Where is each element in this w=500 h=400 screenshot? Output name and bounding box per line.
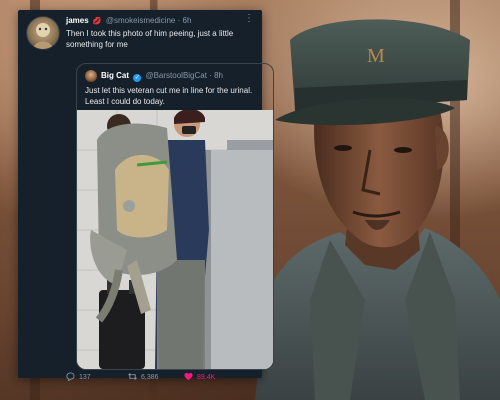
- quoted-header: Big Cat ✓ @BarstoolBigCat · 8h: [101, 70, 223, 82]
- retweet-icon: [128, 373, 137, 380]
- verified-icon: ✓: [133, 74, 142, 82]
- tweet-card[interactable]: james 💋 @smokeismedicine · 6h ⋮ Then I t…: [18, 10, 274, 382]
- svg-text:M: M: [367, 45, 385, 67]
- quoted-text: Just let this veteran cut me in line for…: [85, 86, 253, 106]
- like-button[interactable]: 89.4K: [184, 372, 215, 384]
- separator-dot: ·: [209, 71, 212, 80]
- like-count: 89.4K: [197, 374, 216, 381]
- quoted-tweet[interactable]: Big Cat ✓ @BarstoolBigCat · 8h Just let …: [76, 63, 274, 370]
- author-handle[interactable]: @smokeismedicine: [106, 16, 175, 25]
- quoted-author-avatar[interactable]: [85, 70, 97, 82]
- tweet-header: james 💋 @smokeismedicine · 6h: [66, 16, 256, 27]
- heart-icon: [184, 372, 193, 381]
- tweet-actions: 137 6,386 89.4K: [66, 372, 256, 384]
- quoted-time[interactable]: 8h: [214, 71, 223, 80]
- retweet-button[interactable]: 6,386: [128, 372, 159, 384]
- separator-dot: ·: [177, 16, 181, 25]
- character-image: M: [255, 19, 500, 400]
- author-name[interactable]: james: [66, 16, 89, 25]
- more-vertical-icon[interactable]: ⋮: [244, 14, 254, 24]
- reply-icon: [66, 372, 75, 382]
- retweet-count: 6,386: [141, 374, 159, 381]
- author-emoji: 💋: [92, 18, 102, 25]
- author-avatar[interactable]: [26, 16, 60, 50]
- reply-count: 137: [79, 374, 91, 381]
- quoted-photo[interactable]: [77, 110, 273, 369]
- quoted-author-name[interactable]: Big Cat: [101, 71, 129, 80]
- tweet-time[interactable]: 6h: [183, 16, 192, 25]
- reply-button[interactable]: 137: [66, 372, 91, 384]
- quoted-author-handle[interactable]: @BarstoolBigCat: [145, 71, 206, 80]
- tweet-text: Then I took this photo of him peeing, ju…: [66, 29, 234, 49]
